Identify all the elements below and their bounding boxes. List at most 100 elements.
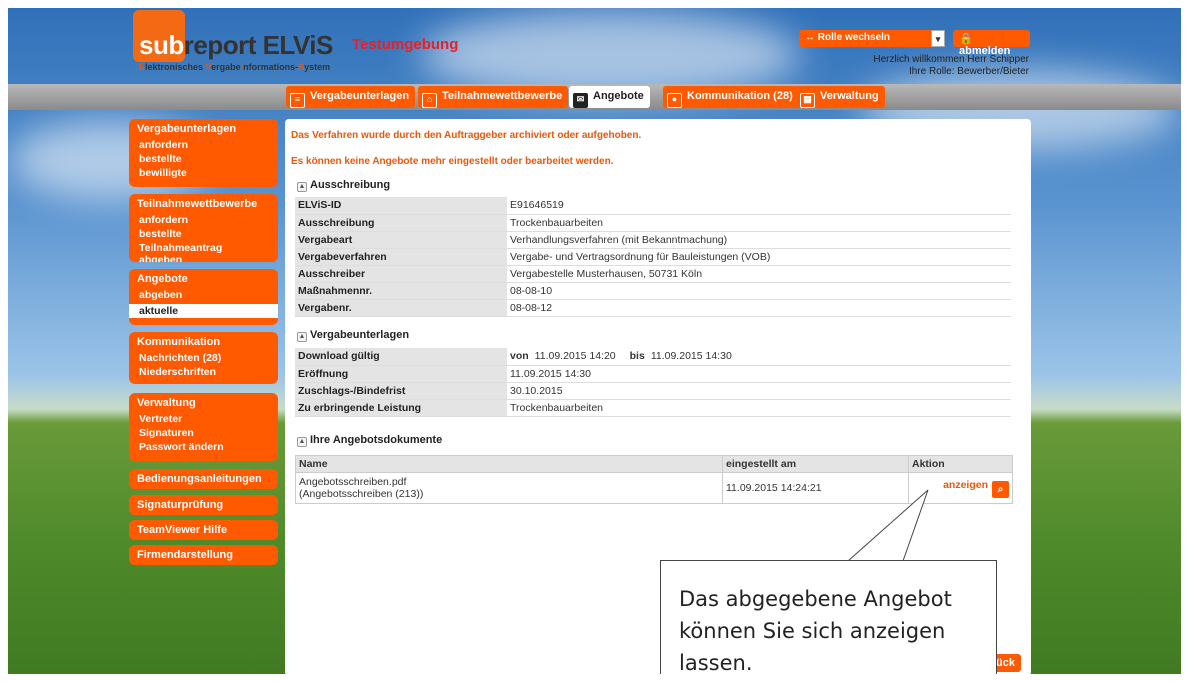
documents-table: Name eingestellt am Aktion Angebotsschre… (295, 455, 1013, 504)
sidebar-title: Bedienungsanleitungen (137, 473, 262, 485)
table-row: Eröffnung 11.09.2015 14:30 (295, 365, 1011, 383)
table-row: Download gültig von 11.09.2015 14:20 bis 11… (295, 348, 1011, 366)
table-row: Zuschlags-/Bindefrist 30.10.2015 (295, 382, 1011, 400)
tab-kommunikation[interactable]: ● Kommunikation (28) (663, 86, 799, 108)
sidebar-item-teilnahmeantrag[interactable]: Teilnahmeantrag abgeben (129, 241, 278, 262)
section-vergabeunterlagen[interactable]: ▲ Vergabeunterlagen (297, 329, 409, 342)
table-row: Vergabenr. 08-08-12 (295, 299, 1011, 317)
logo[interactable]: subreport ELViS (139, 30, 333, 61)
ausschreibung-table: ELViS-ID E91646519 Ausschreibung Trockenba… (295, 197, 1011, 317)
sidebar-group-verwaltung: Verwaltung Vertreter Signaturen Passwort… (129, 393, 278, 461)
section-title: Ausschreibung (310, 179, 391, 191)
sidebar-title[interactable]: Angebote (129, 269, 278, 288)
building-icon: ▦ (800, 93, 815, 108)
lock-icon: 🔒 (959, 33, 973, 45)
no-edit-warning: Es können keine Angebote mehr eingestell… (291, 156, 614, 167)
user-icon: ● (667, 93, 682, 108)
sidebar-item-bestellte[interactable]: bestellte (129, 152, 278, 166)
sidebar-group-angebote: Angebote abgeben aktuelle (129, 269, 278, 325)
welcome-text: Herzlich willkommen Herr Schipper Ihre R… (873, 54, 1029, 78)
section-title: Vergabeunterlagen (310, 329, 410, 341)
tab-angebote[interactable]: ✉ Angebote (569, 86, 650, 108)
table-row: Maßnahmennr. 08-08-10 (295, 282, 1011, 300)
bis-label: bis (629, 350, 645, 363)
tab-label: Kommunikation (28) (687, 90, 793, 102)
envelope-icon: ✉ (573, 93, 588, 108)
row-key: Download gültig (295, 348, 507, 366)
tagline-part: ystem (304, 62, 331, 72)
von-value: 11.09.2015 14:20 (534, 350, 616, 363)
sidebar-item-bestellte[interactable]: bestellte (129, 227, 278, 241)
section-angebotsdokumente[interactable]: ▲ Ihre Angebotsdokumente (297, 434, 442, 447)
document-name-cell: Angebotsschreiben.pdf (Angebotsschreiben… (295, 472, 723, 504)
sidebar-item-signaturen[interactable]: Signaturen (129, 426, 278, 440)
sidebar-item-signaturpruefung[interactable]: Signaturprüfung (129, 495, 278, 515)
logout-button[interactable]: 🔒 abmelden (953, 30, 1030, 57)
door-icon: ⌂ (422, 93, 437, 108)
collapse-icon[interactable]: ▲ (297, 437, 307, 447)
collapse-icon[interactable]: ▲ (297, 332, 307, 342)
environment-label: Testumgebung (352, 36, 459, 53)
sidebar-title: Signaturprüfung (137, 499, 224, 511)
tab-teilnahmewettbewerbe[interactable]: ⌂ Teilnahmewettbewerbe (418, 86, 569, 108)
logo-tagline: Elektronisches Vergabeinformations-Syste… (139, 62, 330, 72)
sidebar-title[interactable]: Vergabeunterlagen (129, 119, 278, 138)
document-icon: ≡ (290, 93, 305, 108)
show-label[interactable]: anzeigen (943, 479, 988, 491)
tab-label: Teilnahmewettbewerbe (442, 90, 563, 102)
sidebar-group-vergabeunterlagen: Vergabeunterlagen anfordern bestellte be… (129, 119, 278, 187)
sidebar-item-nachrichten[interactable]: Nachrichten (28) (129, 351, 278, 365)
sidebar-title: Firmendarstellung (137, 549, 233, 561)
row-key: Ausschreiber (295, 265, 507, 283)
sidebar-group-kommunikation: Kommunikation Nachrichten (28) Niedersch… (129, 332, 278, 384)
tab-label: Angebote (593, 90, 644, 102)
view-document-icon[interactable]: ⌕ (992, 480, 1009, 498)
sidebar-item-abgeben[interactable]: abgeben (129, 288, 278, 302)
sidebar-item-niederschriften[interactable]: Niederschriften (129, 365, 278, 379)
row-value: 30.10.2015 (507, 382, 1011, 400)
archived-warning: Das Verfahren wurde durch den Auftraggeb… (291, 130, 642, 141)
collapse-icon[interactable]: ▲ (297, 182, 307, 192)
row-key: Vergabenr. (295, 299, 507, 317)
sidebar-item-aktuelle[interactable]: aktuelle (129, 304, 278, 318)
help-callout: Das abgegebene Angebot können Sie sich a… (660, 560, 997, 682)
sidebar-item-anfordern[interactable]: anfordern (129, 138, 278, 152)
table-row: Ausschreiber Vergabestelle Musterhausen, … (295, 265, 1011, 283)
sidebar-item-bedienungsanleitungen[interactable]: Bedienungsanleitungen (129, 469, 278, 489)
sidebar-item-teamviewer[interactable]: TeamViewer Hilfe (129, 520, 278, 540)
row-value: 11.09.2015 14:30 (507, 365, 1011, 383)
role-switch-select[interactable]: ↔ Rolle wechseln ▾ (799, 30, 945, 47)
row-value: Verhandlungsverfahren (mit Bekanntmachun… (507, 231, 1011, 249)
column-header-name: Name (295, 455, 723, 473)
document-subtitle: (Angebotsschreiben (213)) (299, 488, 424, 500)
sidebar-item-passwort[interactable]: Passwort ändern (129, 440, 278, 454)
row-key: Ausschreibung (295, 214, 507, 232)
sidebar-item-bewilligte[interactable]: bewilligte (129, 166, 278, 180)
row-key: Vergabeverfahren (295, 248, 507, 266)
section-ausschreibung[interactable]: ▲ Ausschreibung (297, 179, 390, 192)
table-row: Vergabeverfahren Vergabe- und Vertragsord… (295, 248, 1011, 266)
table-row: Ausschreibung Trockenbauarbeiten (295, 214, 1011, 232)
show-document-button[interactable]: anzeigen ⌕ (908, 472, 1013, 504)
sidebar-item-anfordern[interactable]: anfordern (129, 213, 278, 227)
sidebar-item-firmendarstellung[interactable]: Firmendarstellung (129, 545, 278, 565)
document-date: 11.09.2015 14:24:21 (722, 472, 909, 504)
row-key: Vergabeart (295, 231, 507, 249)
bis-value: 11.09.2015 14:30 (650, 350, 732, 363)
sidebar-title[interactable]: Kommunikation (129, 332, 278, 351)
row-key: Maßnahmennr. (295, 282, 507, 300)
sidebar-title[interactable]: Verwaltung (129, 393, 278, 412)
row-value: 08-08-12 (507, 299, 1011, 317)
sidebar-group-teilnahmewettbewerbe: Teilnahmewettbewerbe anfordern bestellte… (129, 194, 278, 262)
tab-vergabeunterlagen[interactable]: ≡ Vergabeunterlagen (286, 86, 416, 108)
sidebar-item-vertreter[interactable]: Vertreter (129, 412, 278, 426)
row-key: Zuschlags-/Bindefrist (295, 382, 507, 400)
table-row: Vergabeart Verhandlungsverfahren (mit Bek… (295, 231, 1011, 249)
chevron-down-icon[interactable]: ▾ (931, 30, 945, 47)
row-value: 08-08-10 (507, 282, 1011, 300)
sidebar-title[interactable]: Teilnahmewettbewerbe (129, 194, 278, 213)
row-key: ELViS-ID (295, 197, 507, 215)
tagline-part: lektronisches (145, 62, 206, 72)
tab-verwaltung[interactable]: ▦ Verwaltung (796, 86, 885, 108)
row-value: Vergabe- und Vertragsordnung für Bauleis… (507, 248, 1011, 266)
